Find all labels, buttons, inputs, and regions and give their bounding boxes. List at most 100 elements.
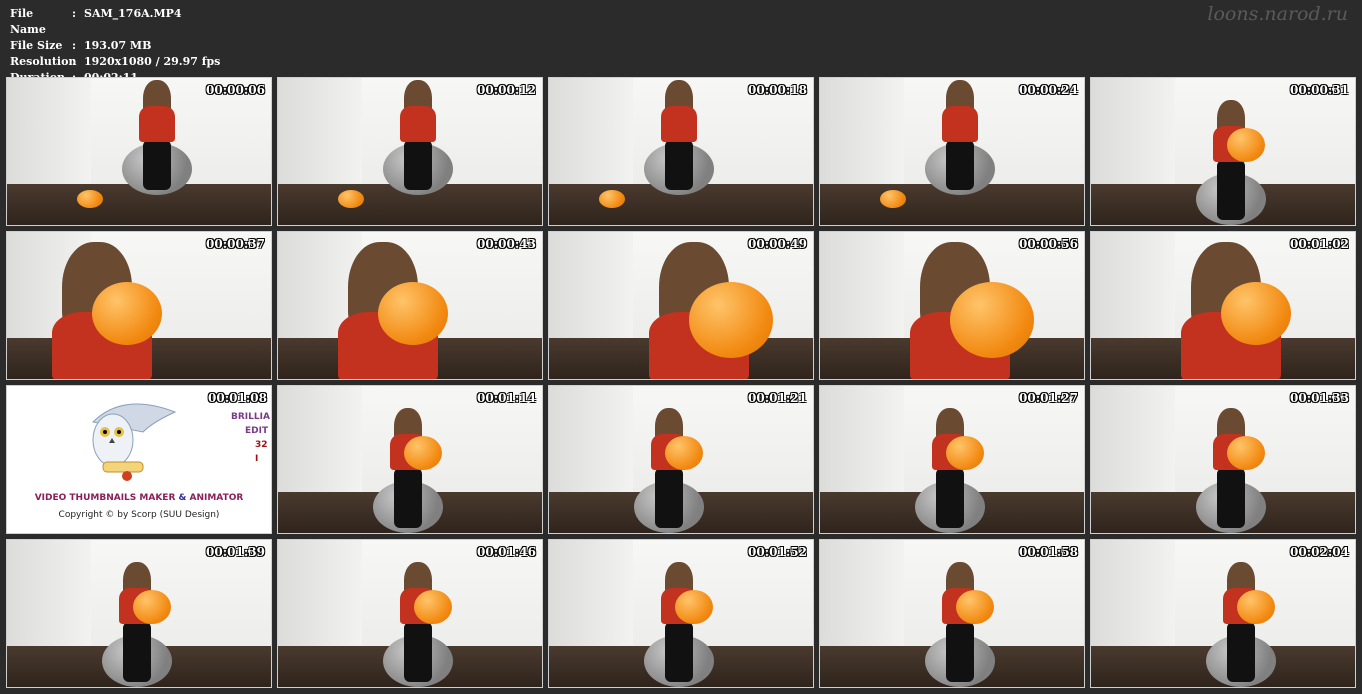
balloon	[689, 282, 773, 358]
person-legs	[1217, 160, 1245, 220]
timestamp: 00:01:52	[748, 545, 807, 559]
thumbnail[interactable]: 00:00:49	[548, 231, 814, 380]
thumbnail[interactable]: 00:01:39	[6, 539, 272, 688]
timestamp: 00:01:02	[1290, 237, 1349, 251]
person-legs	[665, 140, 693, 190]
balloon	[92, 282, 162, 345]
timestamp: 00:01:58	[1019, 545, 1078, 559]
info-colon: :	[72, 39, 77, 52]
thumbnail[interactable]: 00:00:18	[548, 77, 814, 226]
info-key: File Size	[10, 39, 63, 52]
person-body	[942, 106, 978, 142]
timestamp: 00:01:21	[748, 391, 807, 405]
thumbnail[interactable]: 00:00:56	[819, 231, 1085, 380]
thumbnail[interactable]: 00:00:06	[6, 77, 272, 226]
ad-title: VIDEO THUMBNAILS MAKER & ANIMATOR	[7, 493, 271, 503]
thumbnail[interactable]: 00:01:21	[548, 385, 814, 534]
thumbnail[interactable]: 00:01:14	[277, 385, 543, 534]
ad-title-part2: ANIMATOR	[189, 493, 244, 503]
brand-text: BRILLIA EDIT 32 I	[231, 410, 271, 466]
person-legs	[404, 622, 432, 682]
thumbnail[interactable]: 00:00:37	[6, 231, 272, 380]
timestamp: 00:01:33	[1290, 391, 1349, 405]
balloon	[1237, 590, 1275, 625]
balloon	[133, 590, 171, 625]
person-legs	[936, 468, 964, 528]
balloon	[599, 190, 625, 208]
timestamp: 00:00:18	[748, 83, 807, 97]
ad-title-part1: VIDEO THUMBNAILS MAKER	[34, 493, 176, 503]
balloon	[1221, 282, 1291, 345]
balloon	[665, 436, 703, 471]
timestamp: 00:01:08	[208, 391, 267, 405]
person-legs	[655, 468, 683, 528]
info-key: File Name	[10, 7, 46, 36]
ad-copyright: Copyright © by Scorp (SUU Design)	[58, 510, 220, 520]
timestamp: 00:01:39	[206, 545, 265, 559]
thumbnail-ad[interactable]: BRILLIA EDIT 32 I VIDEO THUMBNAILS MAKER & …	[6, 385, 272, 534]
person-legs	[404, 140, 432, 190]
thumbnail[interactable]: 00:01:27	[819, 385, 1085, 534]
balloon	[77, 190, 103, 208]
balloon	[414, 590, 452, 625]
info-row-file-name: File Name : SAM_176A.MP4	[10, 6, 220, 38]
balloon	[950, 282, 1034, 358]
thumbnail[interactable]: 00:01:58	[819, 539, 1085, 688]
thumbnail[interactable]: 00:01:33	[1090, 385, 1356, 534]
brand-line: EDIT	[245, 426, 269, 436]
thumbnail[interactable]: 00:01:52	[548, 539, 814, 688]
balloon	[1227, 128, 1265, 163]
balloon	[404, 436, 442, 471]
file-info-panel: File Name : SAM_176A.MP4 File Size : 193…	[10, 6, 220, 86]
person-legs	[143, 140, 171, 190]
info-row-resolution: Resolution : 1920x1080 / 29.97 fps	[10, 54, 220, 70]
person-legs	[946, 140, 974, 190]
timestamp: 00:00:24	[1019, 83, 1078, 97]
info-key: Resolution	[10, 55, 77, 68]
person-legs	[946, 622, 974, 682]
thumbnail[interactable]: 00:02:04	[1090, 539, 1356, 688]
balloon	[956, 590, 994, 625]
thumbnail[interactable]: 00:00:31	[1090, 77, 1356, 226]
person-legs	[123, 622, 151, 682]
thumbnail[interactable]: 00:00:12	[277, 77, 543, 226]
thumbnail-grid: 00:00:06 00:00:12 00:00:18 00:00:24 00:00:31…	[6, 77, 1356, 688]
timestamp: 00:00:43	[477, 237, 536, 251]
info-value-resolution: 1920x1080 / 29.97 fps	[84, 55, 221, 68]
timestamp: 00:02:04	[1290, 545, 1349, 559]
person-body	[400, 106, 436, 142]
balloon	[880, 190, 906, 208]
person-legs	[1217, 468, 1245, 528]
ad-title-amp: &	[175, 493, 190, 503]
info-value-file-size: 193.07 MB	[84, 39, 152, 52]
timestamp: 00:01:46	[477, 545, 536, 559]
thumbnail[interactable]: 00:01:02	[1090, 231, 1356, 380]
info-colon: :	[72, 55, 77, 68]
balloon	[378, 282, 448, 345]
timestamp: 00:00:06	[206, 83, 265, 97]
balloon	[338, 190, 364, 208]
timestamp: 00:01:27	[1019, 391, 1078, 405]
person-body	[661, 106, 697, 142]
info-value-file-name: SAM_176A.MP4	[84, 7, 182, 20]
balloon	[675, 590, 713, 625]
timestamp: 00:00:31	[1290, 83, 1349, 97]
timestamp: 00:00:56	[1019, 237, 1078, 251]
timestamp: 00:00:49	[748, 237, 807, 251]
timestamp: 00:01:14	[477, 391, 536, 405]
thumbnail[interactable]: 00:00:43	[277, 231, 543, 380]
info-row-file-size: File Size : 193.07 MB	[10, 38, 220, 54]
person-body	[139, 106, 175, 142]
owl-icon	[91, 403, 177, 481]
thumbnail[interactable]: 00:00:24	[819, 77, 1085, 226]
person-legs	[665, 622, 693, 682]
thumbnail[interactable]: 00:01:46	[277, 539, 543, 688]
balloon	[1227, 436, 1265, 471]
timestamp: 00:00:12	[477, 83, 536, 97]
person-legs	[1227, 622, 1255, 682]
brand-line: 32 I	[255, 440, 268, 464]
brand-line: BRILLIA	[231, 412, 270, 422]
balloon	[946, 436, 984, 471]
timestamp: 00:00:37	[206, 237, 265, 251]
person-legs	[394, 468, 422, 528]
